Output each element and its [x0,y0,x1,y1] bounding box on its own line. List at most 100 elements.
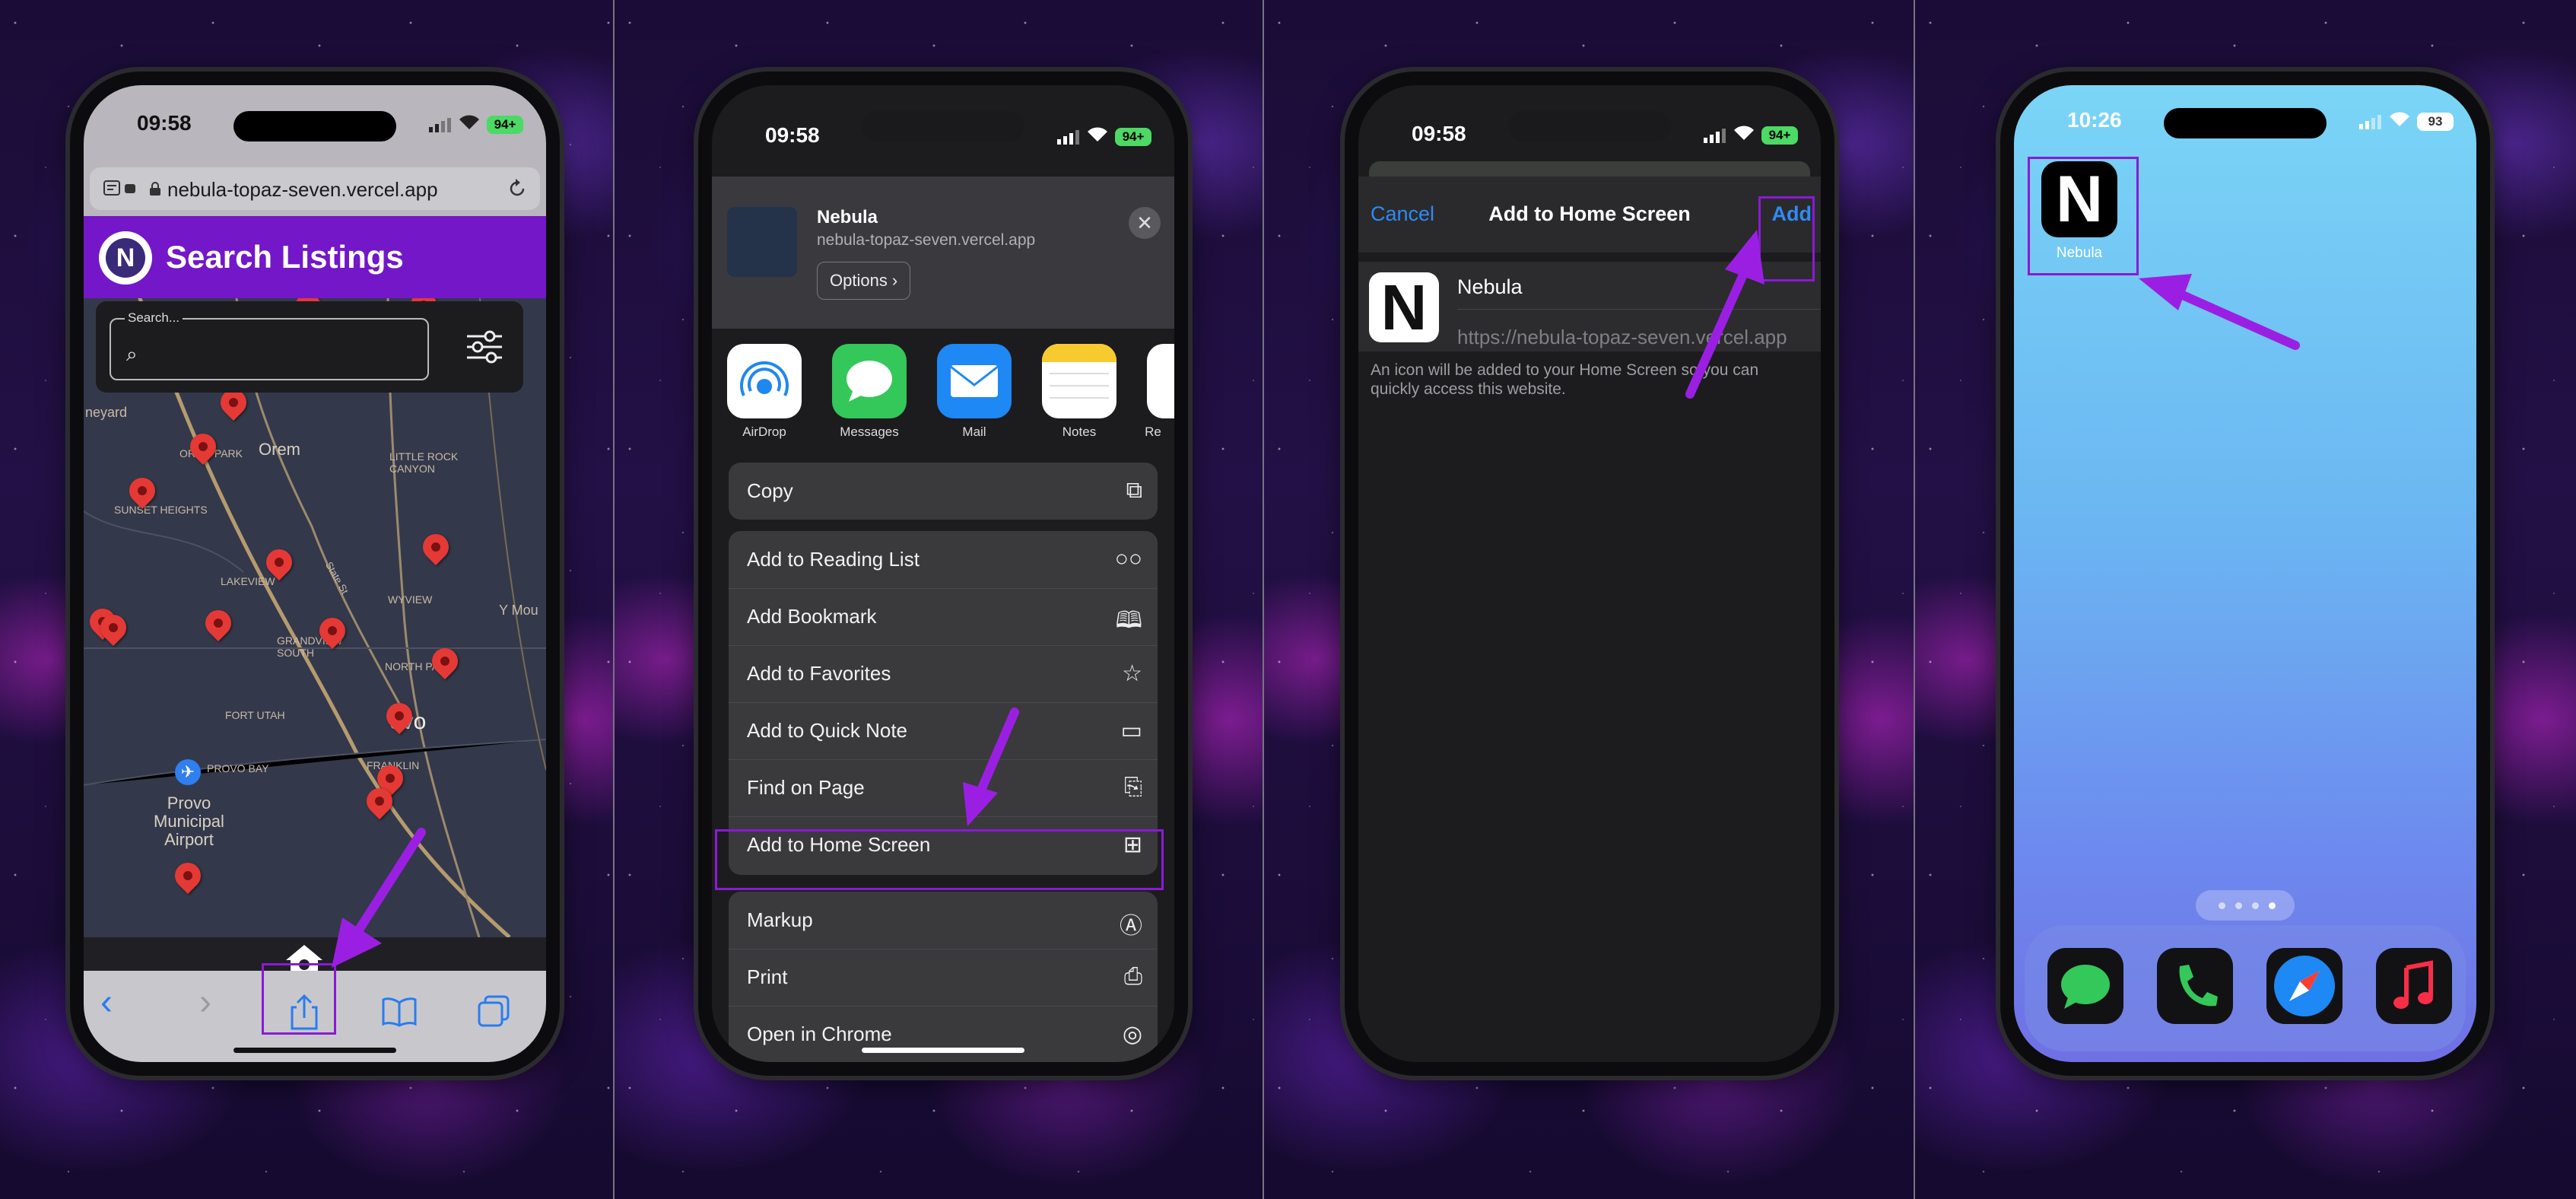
quick-note-action[interactable]: Add to Quick Note ▭ [729,702,1158,760]
map-label: FORT UTAH [225,709,285,721]
bookmarks-icon[interactable] [382,997,417,1027]
options-button[interactable]: Options › [817,262,911,300]
share-title: Nebula [817,207,878,227]
find-action[interactable]: Find on Page ⎘ [729,759,1158,817]
status-bar: 09:58 94+ [1358,119,1821,157]
pointer-arrow-icon [2139,274,2300,350]
notes-icon[interactable] [1042,344,1116,418]
bookmark-action[interactable]: Add Bookmark 🕮 [729,588,1158,646]
open-in-chrome-action[interactable]: Open in Chrome ◎ [729,1006,1158,1062]
share-sheet-header: Nebula nebula-topaz-seven.vercel.app Opt… [712,177,1174,329]
page-settings-icon[interactable] [103,180,137,198]
book-icon: 🕮 [1115,608,1142,633]
panel-3: 09:58 94+ Cancel Add to Home Screen Add … [1264,0,1914,1199]
status-time: 09:58 [137,111,192,135]
phone-frame: 09:58 94+ Nebula nebula-topaz-seven.verc… [698,72,1188,1076]
safari-icon[interactable] [2266,948,2343,1024]
cellular-signal-icon [1704,129,1726,143]
nav-title: Add to Home Screen [1488,202,1691,225]
phone-icon[interactable] [2157,948,2233,1024]
battery-badge: 94+ [1761,126,1798,145]
url-text: nebula-topaz-seven.vercel.app [167,178,438,201]
panel-1: 09:58 94+ nebula-topaz-seven.vercel.app … [0,0,613,1199]
cellular-signal-icon [2359,115,2381,129]
back-button[interactable]: ‹ [100,981,113,1023]
map-label: Y Mou [499,603,538,618]
forward-button[interactable]: › [199,981,211,1023]
pointer-arrow-icon [1685,230,1764,399]
map-label: neyard [85,405,128,420]
app-label: Notes [1062,425,1097,439]
app-label: Re [1145,425,1161,439]
reminders-icon[interactable] [1147,344,1174,418]
wifi-icon [1734,126,1754,140]
cellular-signal-icon [429,118,451,132]
search-panel: Search... ⌕ [96,301,523,393]
wifi-icon [2390,112,2409,126]
more-actions-group: Markup Ⓐ Print ⎙ Open in Chrome ◎ [729,892,1158,1062]
quick-note-icon: ▭ [1120,718,1142,743]
page-thumbnail [727,207,797,277]
find-icon: ⎘ [1124,774,1142,800]
music-icon[interactable] [2376,948,2452,1024]
map-label: SUNSET HEIGHTS [114,504,208,516]
map-label: LAKEVIEW [221,575,275,587]
home-indicator [862,1048,1024,1053]
phone-screen: 09:58 94+ Nebula nebula-topaz-seven.verc… [712,85,1174,1062]
page-title: Search Listings [166,239,404,275]
messages-icon[interactable] [832,344,907,418]
site-header: N Search Listings [84,216,546,298]
search-input[interactable]: Search... ⌕ [110,310,429,380]
lock-icon [150,182,160,196]
favorites-action[interactable]: Add to Favorites ☆ [729,645,1158,703]
panel-4: 10:26 93 N Nebula [1915,0,2576,1199]
cellular-signal-icon [1057,130,1079,145]
pointer-arrow-icon [332,828,426,968]
site-logo[interactable]: N [99,231,152,285]
tabs-icon[interactable] [478,995,511,1029]
nebula-icon-highlight [2028,157,2139,275]
phone-frame: 09:58 94+ nebula-topaz-seven.vercel.app … [70,72,560,1076]
copy-action[interactable]: Copy ⧉ [729,463,1158,520]
page-dots[interactable] [2196,890,2295,921]
map-view[interactable]: neyard Orem OREM PARK LITTLE ROCK CANYON… [84,298,546,937]
copy-icon: ⧉ [1126,478,1142,503]
airdrop-icon[interactable] [727,344,802,418]
battery-badge: 94+ [1115,128,1151,146]
status-time: 10:26 [2067,108,2122,132]
status-time: 09:58 [765,123,820,147]
glasses-icon: ○○ [1114,546,1142,571]
actions-group: Add to Reading List ○○ Add Bookmark 🕮 Ad… [729,531,1158,875]
printer-icon: ⎙ [1124,964,1142,989]
markup-icon: Ⓐ [1120,914,1142,939]
messages-icon[interactable] [2047,948,2123,1024]
nebula-app-icon: N [1369,272,1439,342]
map-label: Orem [259,440,300,459]
share-button-highlight [262,963,336,1035]
star-icon: ☆ [1122,661,1142,686]
reload-icon[interactable] [507,178,528,199]
share-url: nebula-topaz-seven.vercel.app [817,231,1036,249]
markup-action[interactable]: Markup Ⓐ [729,892,1158,949]
battery-badge: 94+ [487,116,523,134]
share-apps-row: AirDrop Messages Mail Notes Re [727,344,1174,443]
map-label: LITTLE ROCK CANYON [389,450,459,475]
map-label: PROVO BAY [207,762,269,774]
search-label: Search... [125,310,183,326]
mail-icon[interactable] [937,344,1012,418]
panel-2: 09:58 94+ Nebula nebula-topaz-seven.verc… [615,0,1263,1199]
address-bar[interactable]: nebula-topaz-seven.vercel.app [90,167,540,210]
name-field[interactable]: Nebula [1457,275,1523,299]
print-action[interactable]: Print ⎙ [729,949,1158,1007]
phone-screen: 09:58 94+ nebula-topaz-seven.vercel.app … [84,85,546,1062]
page-dot [2269,902,2276,909]
filter-icon[interactable] [465,330,503,364]
close-icon[interactable]: ✕ [1129,207,1161,239]
reading-list-action[interactable]: Add to Reading List ○○ [729,531,1158,589]
status-bar: 10:26 93 [2014,105,2476,143]
app-label: Mail [962,425,986,439]
dock [2025,925,2466,1051]
status-time: 09:58 [1412,122,1466,145]
status-bar: 09:58 94+ [712,120,1174,158]
battery-badge: 93 [2417,113,2454,131]
